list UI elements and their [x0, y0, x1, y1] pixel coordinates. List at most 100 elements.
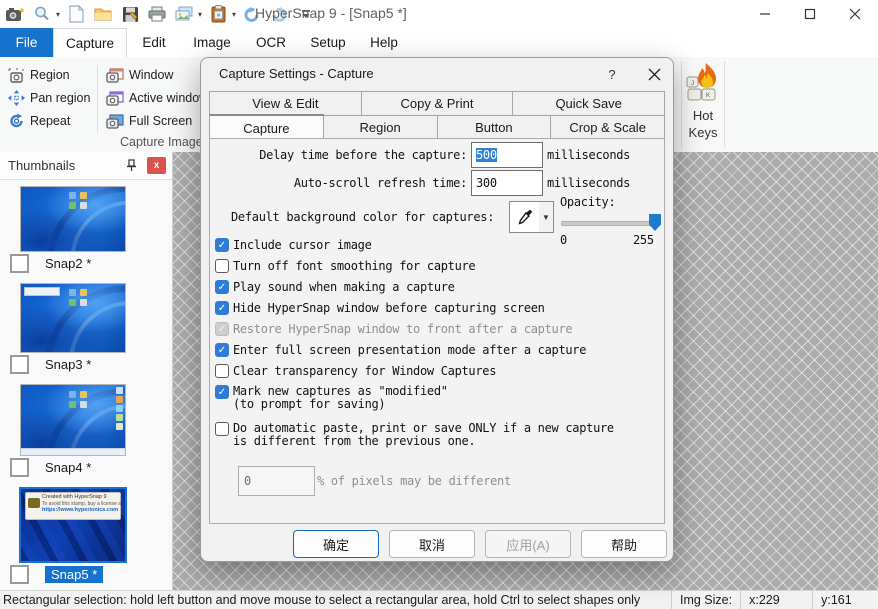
cursor-x-value: x:229: [740, 591, 812, 609]
checkbox-checked-icon[interactable]: ✓: [215, 385, 229, 399]
thumbnail-snap2[interactable]: [20, 186, 126, 252]
checkbox-font-smoothing[interactable]: Turn off font smoothing for capture: [215, 259, 475, 273]
thumbnail-snap4[interactable]: [20, 384, 126, 456]
thumbnail-row-snap4[interactable]: Snap4 *: [10, 458, 91, 477]
thumb-label-selected[interactable]: Snap5 *: [45, 566, 103, 583]
ok-button[interactable]: 确定: [293, 530, 379, 558]
repeat-label: Repeat: [30, 114, 70, 128]
checkbox-checked-icon[interactable]: ✓: [215, 238, 229, 252]
capture-region-button[interactable]: Region: [8, 66, 70, 84]
checkbox-unchecked-icon[interactable]: [215, 259, 229, 273]
checkbox-clear-transparency[interactable]: Clear transparency for Window Captures: [215, 364, 496, 378]
pixels-different-label: % of pixels may be different: [317, 474, 511, 488]
refresh-unit-label: milliseconds: [547, 176, 630, 190]
pan-region-button[interactable]: Pan region: [8, 89, 90, 107]
region-label: Region: [30, 68, 70, 82]
hot-keys-button[interactable]: JK Hot Keys: [686, 61, 720, 141]
panel-close-icon[interactable]: x: [147, 157, 166, 174]
paste-dropdown-icon[interactable]: ▾: [232, 10, 236, 19]
dialog-help-icon[interactable]: ?: [601, 64, 623, 84]
refresh-time-value: 300: [476, 176, 497, 190]
thumb-label[interactable]: Snap4 *: [45, 460, 91, 475]
menu-edit[interactable]: Edit: [127, 28, 181, 57]
refresh-time-input[interactable]: 300: [471, 170, 543, 196]
checkbox-presentation-mode[interactable]: ✓ Enter full screen presentation mode af…: [215, 343, 586, 357]
search-icon[interactable]: [31, 3, 53, 25]
cancel-button[interactable]: 取消: [389, 530, 475, 558]
menu-setup[interactable]: Setup: [299, 28, 357, 57]
color-dropdown-icon[interactable]: ▼: [539, 201, 554, 233]
checkbox-play-sound[interactable]: ✓ Play sound when making a capture: [215, 280, 455, 294]
refresh-time-label: Auto-scroll refresh time:: [221, 176, 467, 190]
tab-crop-scale[interactable]: Crop & Scale: [551, 115, 665, 140]
tab-region[interactable]: Region: [324, 115, 438, 140]
thumbnail-snap3[interactable]: [20, 283, 126, 353]
capture-full-screen-button[interactable]: Full Screen: [106, 112, 192, 130]
checkbox-checked-icon[interactable]: ✓: [215, 343, 229, 357]
new-file-icon[interactable]: [65, 3, 87, 25]
save-icon[interactable]: [119, 3, 141, 25]
thumbnail-row-snap5[interactable]: Snap5 *: [10, 565, 103, 584]
menu-ocr[interactable]: OCR: [243, 28, 299, 57]
help-button[interactable]: 帮助: [581, 530, 667, 558]
menu-help[interactable]: Help: [357, 28, 411, 57]
capture-active-window-button[interactable]: Active window: [106, 89, 208, 107]
checkbox-hide-window[interactable]: ✓ Hide HyperSnap window before capturing…: [215, 301, 545, 315]
tab-button[interactable]: Button: [438, 115, 552, 140]
tab-capture[interactable]: Capture: [209, 114, 324, 141]
tab-copy-print[interactable]: Copy & Print: [362, 91, 514, 116]
capture-group-label: Capture Image: [120, 135, 203, 149]
color-picker-button[interactable]: [509, 201, 541, 233]
thumbnails-panel: Thumbnails x Snap2 * Snap3 * Snap4 *: [0, 152, 173, 590]
delay-time-input[interactable]: 500: [471, 142, 543, 168]
checkbox-unchecked-icon[interactable]: [215, 364, 229, 378]
checkbox-checked-icon[interactable]: ✓: [215, 280, 229, 294]
menu-file[interactable]: File: [0, 28, 53, 57]
close-button[interactable]: [835, 0, 875, 28]
hot-keys-label: Hot: [693, 107, 713, 124]
checkbox-checked-icon[interactable]: ✓: [215, 301, 229, 315]
thumb-checkbox[interactable]: [10, 355, 29, 374]
app-camera-icon[interactable]: [4, 3, 26, 25]
status-bar: Rectangular selection: hold left button …: [0, 590, 878, 609]
thumbnail-row-snap2[interactable]: Snap2 *: [10, 254, 91, 273]
search-dropdown-icon[interactable]: ▾: [56, 10, 60, 19]
copy-dropdown-icon[interactable]: ▾: [198, 10, 202, 19]
thumb-checkbox[interactable]: [10, 458, 29, 477]
capture-settings-dialog: Capture Settings - Capture ? View & Edit…: [200, 57, 674, 562]
full-screen-label: Full Screen: [129, 114, 192, 128]
pixels-different-value: 0: [244, 474, 251, 488]
checkbox-include-cursor[interactable]: ✓ Include cursor image: [215, 238, 372, 252]
full-screen-icon: [106, 114, 124, 129]
checkbox-restore-window: ✓ Restore HyperSnap window to front afte…: [215, 322, 572, 336]
tab-quick-save[interactable]: Quick Save: [513, 91, 665, 116]
repeat-button[interactable]: Repeat: [8, 112, 70, 130]
opacity-slider-track[interactable]: [561, 221, 660, 226]
capture-window-button[interactable]: Window: [106, 66, 173, 84]
checkbox-unchecked-icon[interactable]: [215, 422, 229, 436]
open-folder-icon[interactable]: [92, 3, 114, 25]
thumb-label[interactable]: Snap2 *: [45, 256, 91, 271]
thumb-label[interactable]: Snap3 *: [45, 357, 91, 372]
paste-clipboard-icon[interactable]: [207, 3, 229, 25]
menu-capture[interactable]: Capture: [53, 28, 127, 58]
eyedropper-icon: [517, 209, 533, 225]
region-icon: [8, 68, 25, 83]
thumb-checkbox[interactable]: [10, 254, 29, 273]
minimize-button[interactable]: [745, 0, 785, 28]
pixels-different-input[interactable]: 0: [238, 466, 315, 496]
pin-icon[interactable]: [126, 159, 137, 172]
maximize-button[interactable]: [790, 0, 830, 28]
thumbnail-row-snap3[interactable]: Snap3 *: [10, 355, 91, 374]
checkbox-mark-modified[interactable]: ✓ Mark new captures as "modified" (to pr…: [215, 385, 448, 411]
dialog-close-icon[interactable]: [641, 62, 667, 86]
tab-view-edit[interactable]: View & Edit: [209, 91, 362, 116]
dialog-title: Capture Settings - Capture: [219, 66, 374, 81]
status-message: Rectangular selection: hold left button …: [0, 593, 671, 607]
menu-image[interactable]: Image: [181, 28, 243, 57]
copy-images-icon[interactable]: [173, 3, 195, 25]
thumb-checkbox[interactable]: [10, 565, 29, 584]
checkbox-auto-paste-if-different[interactable]: Do automatic paste, print or save ONLY i…: [215, 422, 614, 448]
print-icon[interactable]: [146, 3, 168, 25]
thumbnail-snap5[interactable]: Created with HyperSnap 9 To avoid this s…: [19, 487, 127, 563]
